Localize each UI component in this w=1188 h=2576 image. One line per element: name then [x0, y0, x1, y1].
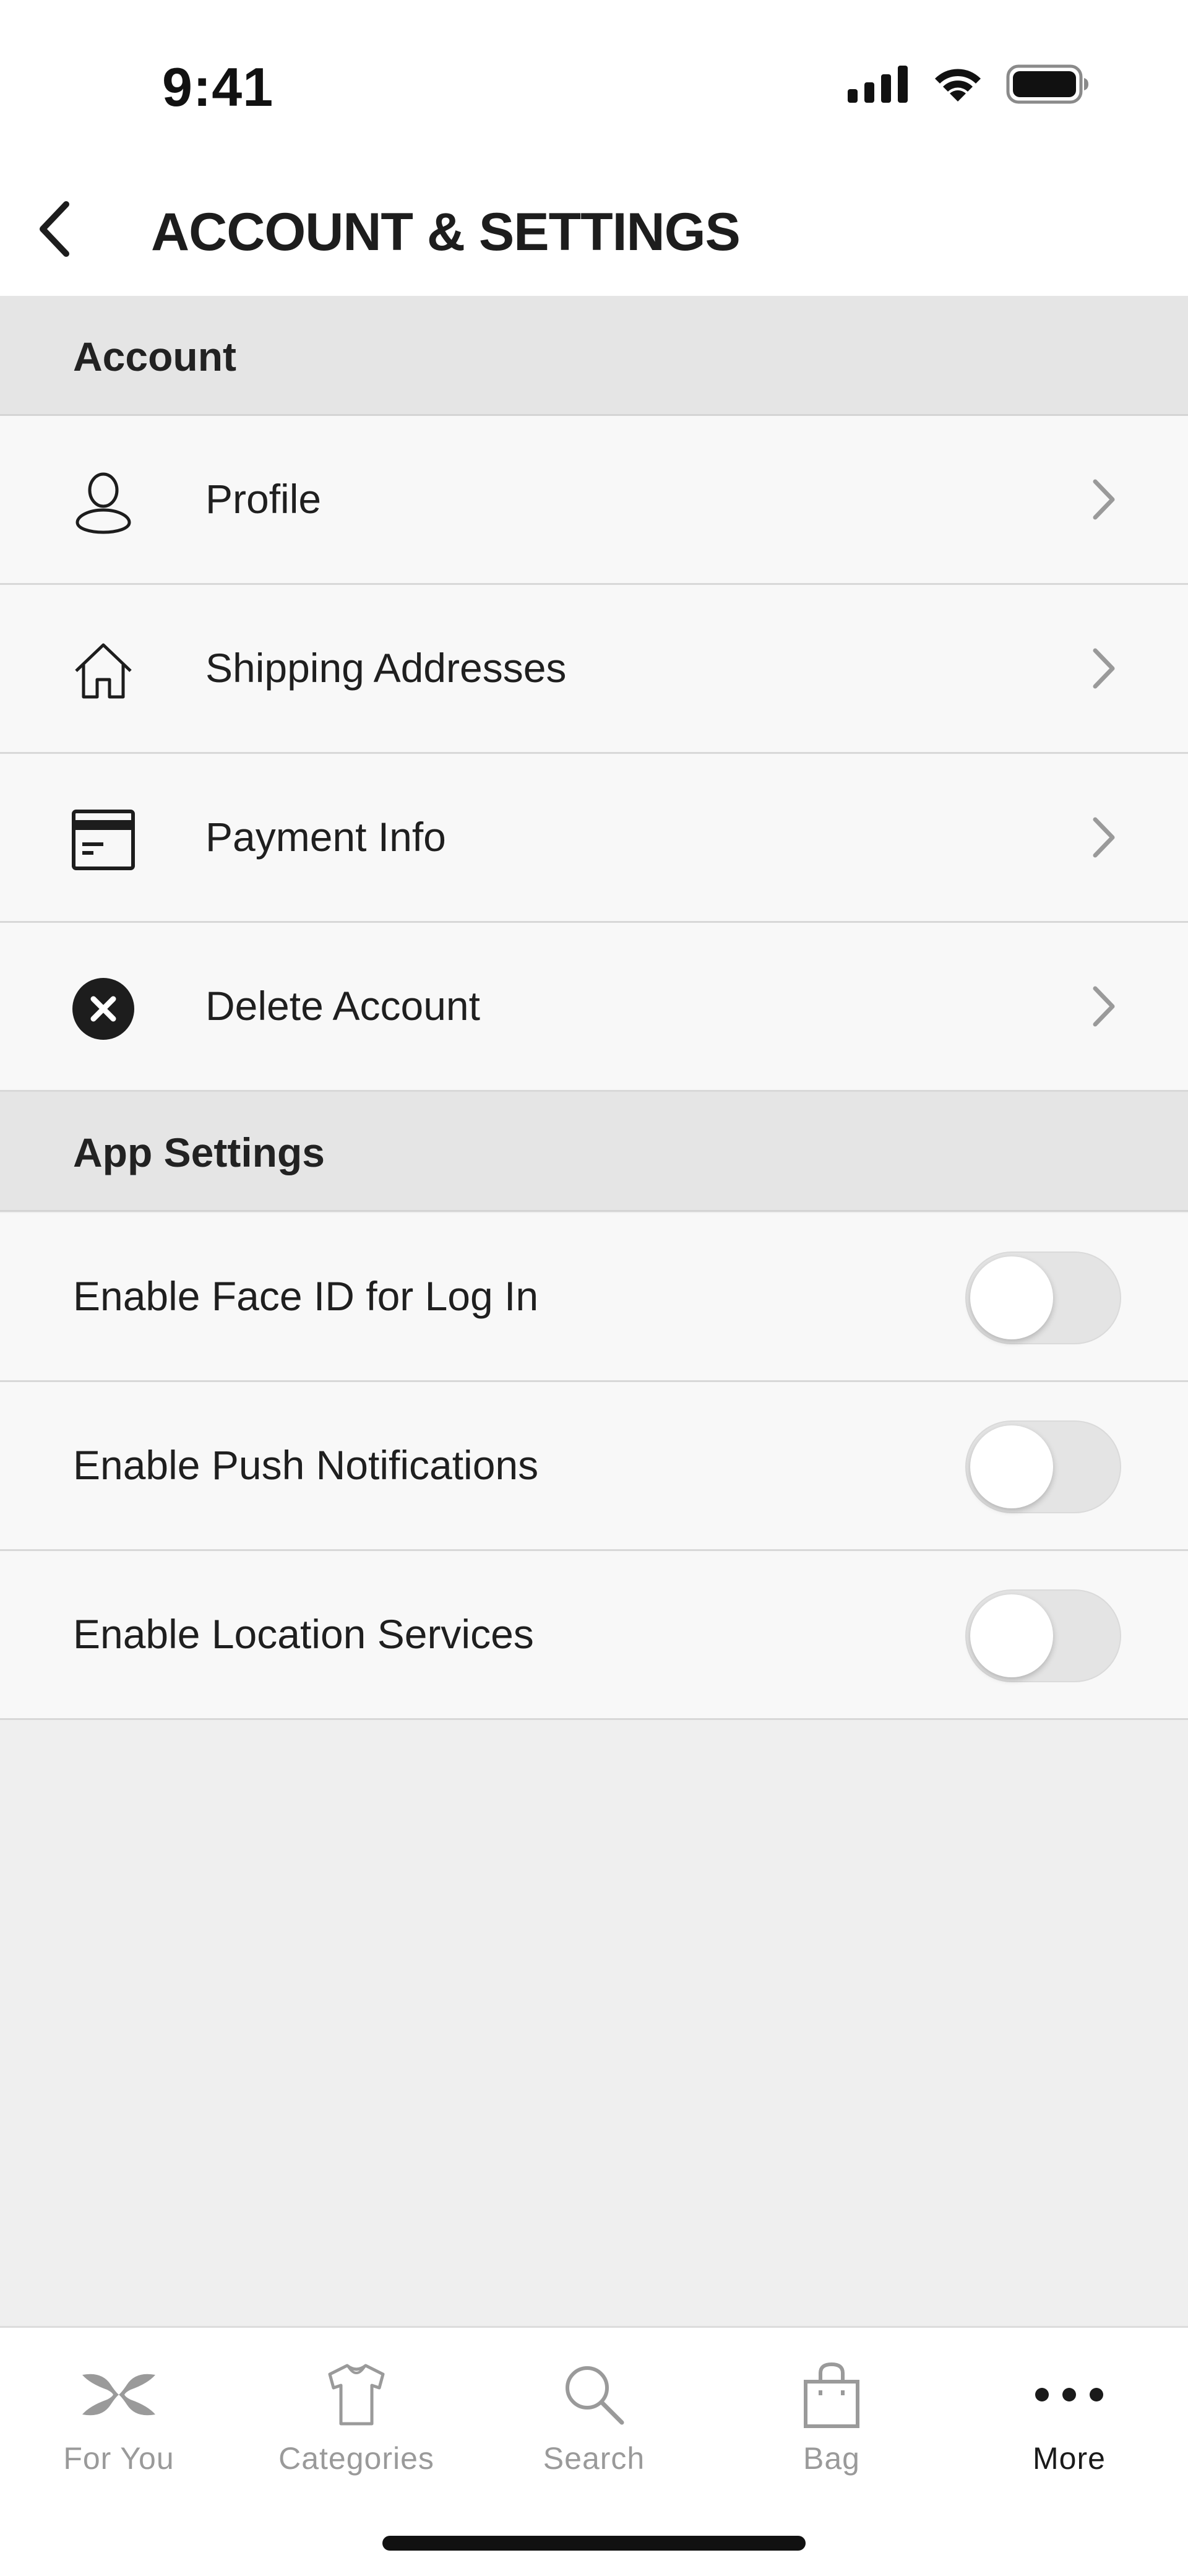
section-header-app-settings: App Settings — [0, 1092, 1188, 1212]
setting-label: Enable Push Notifications — [73, 1442, 539, 1488]
chevron-right-icon — [1093, 479, 1115, 520]
wifi-icon — [935, 69, 981, 102]
cellular-signal-icon — [848, 66, 908, 103]
toggle-knob — [970, 1425, 1053, 1508]
setting-face-id: Enable Face ID for Log In — [0, 1213, 1188, 1382]
toggle-knob — [970, 1594, 1053, 1677]
setting-label: Enable Face ID for Log In — [73, 1273, 539, 1319]
menu-item-label: Profile — [205, 476, 322, 522]
chevron-right-icon — [1093, 986, 1115, 1027]
location-services-toggle[interactable] — [965, 1589, 1121, 1682]
tab-for-you[interactable]: For You — [0, 2346, 238, 2489]
user-icon — [69, 468, 137, 536]
chevron-left-icon — [40, 201, 69, 257]
search-icon — [566, 2366, 624, 2425]
tab-search[interactable]: Search — [475, 2346, 713, 2489]
tab-label: Categories — [278, 2441, 434, 2476]
chevron-right-icon — [1093, 648, 1115, 689]
section-title: App Settings — [73, 1130, 325, 1175]
back-button[interactable] — [19, 192, 93, 266]
menu-item-shipping-addresses[interactable]: Shipping Addresses — [0, 585, 1188, 754]
face-id-toggle[interactable] — [965, 1251, 1121, 1344]
toggle-knob — [970, 1256, 1053, 1339]
tab-categories[interactable]: Categories — [238, 2346, 475, 2489]
menu-item-payment-info[interactable]: Payment Info — [0, 754, 1188, 923]
menu-item-label: Payment Info — [205, 814, 446, 860]
section-title: Account — [73, 334, 236, 379]
tab-bag[interactable]: Bag — [713, 2346, 950, 2489]
menu-item-label: Shipping Addresses — [205, 645, 567, 691]
chevron-right-icon — [1093, 817, 1115, 858]
menu-item-label: Delete Account — [205, 983, 480, 1029]
menu-item-profile[interactable]: Profile — [0, 416, 1188, 585]
setting-location-services: Enable Location Services — [0, 1551, 1188, 1720]
page-title: ACCOUNT & SETTINGS — [151, 202, 741, 262]
battery-icon — [1006, 64, 1088, 104]
more-dots-icon — [1035, 2388, 1103, 2401]
push-notifications-toggle[interactable] — [965, 1420, 1121, 1513]
status-icons — [848, 64, 1089, 104]
credit-card-icon — [69, 806, 137, 874]
menu-item-delete-account[interactable]: Delete Account — [0, 923, 1188, 1092]
home-icon — [69, 637, 137, 705]
status-time: 9:41 — [162, 56, 274, 118]
status-bar: 9:41 — [0, 0, 1188, 167]
tab-label: For You — [63, 2441, 174, 2476]
setting-push-notifications: Enable Push Notifications — [0, 1382, 1188, 1551]
brand-logo-icon — [82, 2374, 155, 2416]
close-circle-icon — [69, 975, 137, 1043]
section-header-account: Account — [0, 296, 1188, 416]
home-indicator — [382, 2536, 806, 2551]
shirt-icon — [328, 2364, 385, 2426]
bag-icon — [804, 2362, 859, 2428]
tab-label: Bag — [803, 2441, 860, 2476]
tab-more[interactable]: More — [950, 2346, 1188, 2489]
navigation-header: ACCOUNT & SETTINGS — [0, 167, 1188, 296]
tab-label: Search — [543, 2441, 645, 2476]
setting-label: Enable Location Services — [73, 1611, 534, 1657]
tab-label: More — [1033, 2441, 1106, 2476]
